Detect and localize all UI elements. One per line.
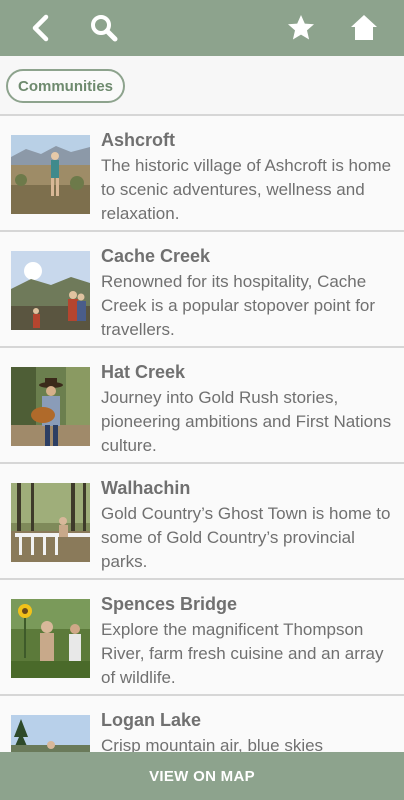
community-description: Gold Country’s Ghost Town is home to som… xyxy=(101,504,391,571)
list-item[interactable]: Walhachin Gold Country’s Ghost Town is h… xyxy=(0,462,404,578)
hat-creek-thumbnail xyxy=(11,367,90,446)
community-title: Spences Bridge xyxy=(101,594,238,614)
chevron-left-icon xyxy=(32,14,49,42)
community-title: Ashcroft xyxy=(101,130,176,150)
filter-bar: Communities xyxy=(0,56,404,114)
community-title: Logan Lake xyxy=(101,710,202,730)
community-description: The historic village of Ashcroft is home… xyxy=(101,156,392,223)
communities-list: Ashcroft The historic village of Ashcrof… xyxy=(0,114,404,752)
list-item[interactable]: Cache Creek Renowned for its hospitality… xyxy=(0,230,404,346)
community-description: Crisp mountain air, blue skies xyxy=(101,736,324,752)
communities-chip[interactable]: Communities xyxy=(6,69,126,103)
home-button[interactable] xyxy=(340,0,388,56)
community-description: Journey into Gold Rush stories, pioneeri… xyxy=(101,388,392,455)
list-item[interactable]: Spences Bridge Explore the magnificent T… xyxy=(0,578,404,694)
ashcroft-thumbnail xyxy=(11,135,90,214)
cache-creek-thumbnail xyxy=(11,251,90,330)
star-icon xyxy=(288,15,314,40)
search-button[interactable] xyxy=(80,0,128,56)
list-item[interactable]: Hat Creek Journey into Gold Rush stories… xyxy=(0,346,404,462)
view-on-map-button[interactable]: VIEW ON MAP xyxy=(0,752,404,800)
spences-bridge-thumbnail xyxy=(11,599,90,678)
logan-lake-thumbnail xyxy=(11,715,90,752)
favorites-button[interactable] xyxy=(277,0,325,56)
list-item[interactable]: Ashcroft The historic village of Ashcrof… xyxy=(0,114,404,230)
community-title: Hat Creek xyxy=(101,362,186,382)
community-title: Cache Creek xyxy=(101,246,211,266)
list-item[interactable]: Logan Lake Crisp mountain air, blue skie… xyxy=(0,694,404,752)
community-description: Explore the magnificent Thompson River, … xyxy=(101,620,384,687)
walhachin-thumbnail xyxy=(11,483,90,562)
community-description: Renowned for its hospitality, Cache Cree… xyxy=(101,272,376,339)
top-app-bar xyxy=(0,0,404,56)
back-button[interactable] xyxy=(16,0,64,56)
search-icon xyxy=(91,15,118,42)
community-title: Walhachin xyxy=(101,478,191,498)
home-icon xyxy=(351,15,377,40)
